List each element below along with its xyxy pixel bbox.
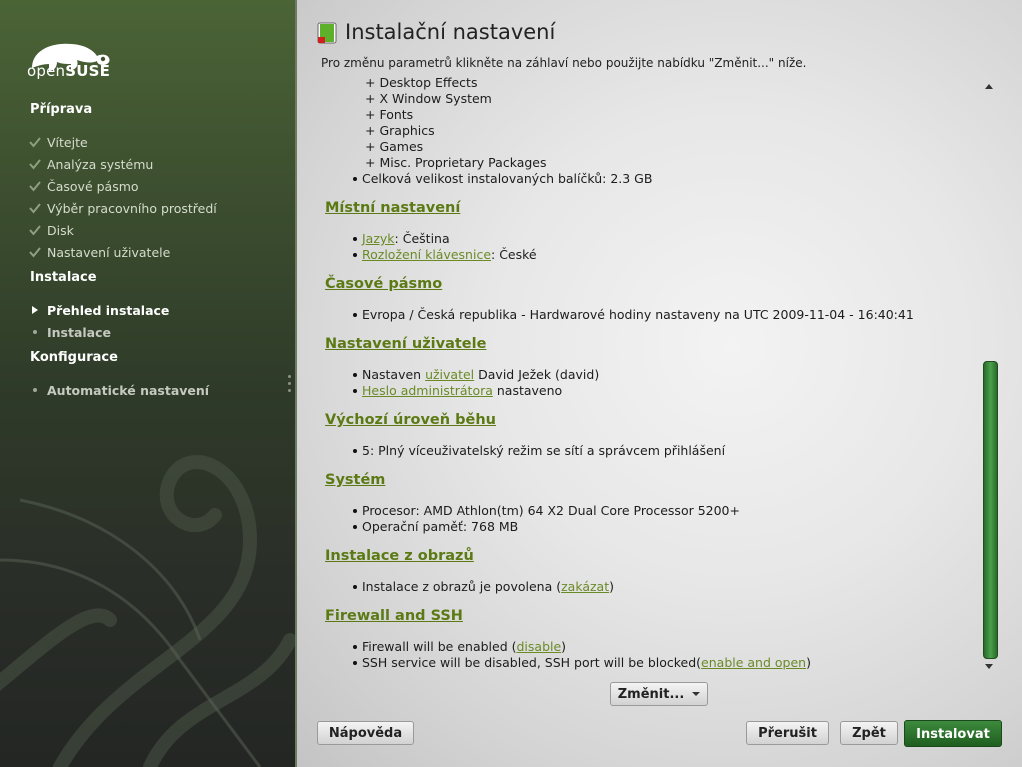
step-analyza-systemu: Analýza systému [28,156,153,174]
back-button[interactable]: Zpět [840,721,898,745]
heading-runlevel[interactable]: Výchozí úroveň běhu [325,412,496,428]
arrow-right-icon [32,306,38,314]
heading-system[interactable]: Systém [325,472,385,488]
main-panel: Instalační nastavení Pro změnu parametrů… [297,0,1022,767]
keyboard-layout-link[interactable]: Rozložení klávesnice [362,247,491,262]
heading-images[interactable]: Instalace z obrazů [325,548,474,564]
sidebar-resize-grip[interactable] [288,375,291,396]
step-instalace: Instalace [28,324,111,342]
package-item: + Fonts [365,107,414,122]
checkmark-icon [29,181,41,192]
checkmark-icon [29,203,41,214]
page-subtitle: Pro změnu parametrů klikněte na záhlaví … [321,56,807,70]
list-item-ssh: SSH service will be disabled, SSH port w… [353,655,811,671]
package-item: + Graphics [365,123,435,138]
list-item-keyboard: Rozložení klávesnice: České [353,247,537,263]
list-item-root-password: Heslo administrátora nastaveno [353,383,562,399]
section-title-priprava: Příprava [30,102,93,117]
heading-user[interactable]: Nastavení uživatele [325,336,486,352]
step-casove-pasmo: Časové pásmo [28,178,139,196]
package-item: + Desktop Effects [365,75,478,90]
enable-ssh-link[interactable]: enable and open [701,655,806,670]
list-item-language: Jazyk: Čeština [353,231,450,247]
checkmark-icon [29,225,41,236]
package-size: Celková velikost instalovaných balíčků: … [353,171,652,187]
heading-firewall[interactable]: Firewall and SSH [325,608,463,624]
opensuse-wordmark: openSUSE [27,62,111,80]
scroll-up-arrow-icon[interactable] [985,84,993,89]
checkmark-icon [29,137,41,148]
checkmark-icon [29,159,41,170]
heading-locale[interactable]: Místní nastavení [325,200,460,216]
bullet-icon [33,388,37,392]
step-vitejte: Vítejte [28,134,88,152]
list-item-memory: Operační paměť: 768 MB [353,519,518,535]
scroll-down-arrow-icon[interactable] [985,664,993,669]
package-item: + X Window System [365,91,492,106]
list-item-images: Instalace z obrazů je povolena (zakázat) [353,579,614,595]
summary-content: + Desktop Effects + X Window System + Fo… [323,74,973,674]
step-prehled-instalace: Přehled instalace [28,302,169,320]
step-vyber-prostredi: Výběr pracovního prostředí [28,200,217,218]
installation-settings-icon [317,22,337,44]
bullet-icon [33,330,37,334]
disable-firewall-link[interactable]: disable [516,639,561,654]
page-title: Instalační nastavení [345,20,556,44]
disable-images-link[interactable]: zakázat [561,579,609,594]
abort-button[interactable]: Přerušit [746,721,829,745]
step-disk: Disk [28,222,74,240]
section-title-konfigurace: Konfigurace [30,350,118,365]
heading-timezone[interactable]: Časové pásmo [325,276,442,292]
change-menu-button[interactable]: Změnit... [610,682,708,706]
language-link[interactable]: Jazyk [362,231,395,246]
scrollbar-thumb[interactable] [983,361,998,659]
step-nastaveni-uzivatele: Nastavení uživatele [28,244,170,262]
section-title-instalace: Instalace [30,270,97,285]
list-item-timezone: Evropa / Česká republika - Hardwarové ho… [353,307,914,323]
list-item-cpu: Procesor: AMD Athlon(tm) 64 X2 Dual Core… [353,503,740,519]
package-item: + Games [365,139,424,154]
list-item-user: Nastaven uživatel David Ježek (david) [353,367,599,383]
checkmark-icon [29,247,41,258]
install-button[interactable]: Instalovat [904,720,1002,747]
step-automaticke-nastaveni: Automatické nastavení [28,382,209,400]
sidebar: openSUSE Příprava Vítejte Analýza systém… [0,0,295,767]
list-item-firewall: Firewall will be enabled (disable) [353,639,566,655]
package-item: + Misc. Proprietary Packages [365,155,547,170]
chevron-down-icon [692,692,701,696]
root-password-link[interactable]: Heslo administrátora [362,383,493,398]
help-button[interactable]: Nápověda [317,721,414,745]
user-link[interactable]: uživatel [425,367,474,382]
list-item-runlevel: 5: Plný víceuživatelský režim se sítí a … [353,443,725,459]
